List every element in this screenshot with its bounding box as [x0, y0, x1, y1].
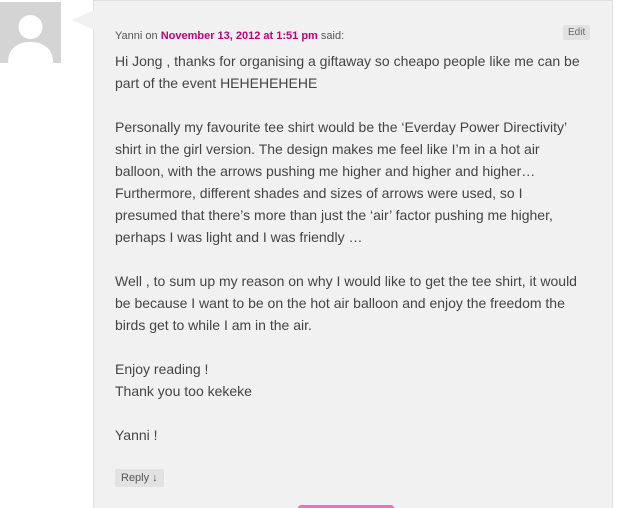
comment-author: Yanni	[115, 30, 143, 42]
comment-meta: Yanni on November 13, 2012 at 1:51 pm sa…	[115, 30, 344, 42]
comment-said-text: said:	[317, 30, 345, 42]
comment-paragraph: Yanni !	[115, 427, 158, 443]
comment-paragraph: Hi Jong , thanks for organising a giftaw…	[115, 53, 580, 91]
comment-bubble-arrow	[72, 10, 94, 30]
comment-body: Hi Jong , thanks for organising a giftaw…	[115, 50, 595, 468]
comment-paragraph: Personally my favourite tee shirt would …	[115, 119, 568, 245]
comment-paragraph: Well , to sum up my reason on why I woul…	[115, 273, 577, 333]
comment-page: Yanni on November 13, 2012 at 1:51 pm sa…	[0, 0, 617, 508]
comment-date-link[interactable]: November 13, 2012 at 1:51 pm	[161, 30, 318, 42]
avatar	[0, 2, 61, 63]
reply-button[interactable]: Reply ↓	[115, 469, 164, 487]
edit-button[interactable]: Edit	[563, 25, 591, 40]
comment-on-text: on	[142, 30, 161, 42]
comment-paragraph: Enjoy reading ! Thank you too kekeke	[115, 361, 252, 399]
default-user-avatar-icon	[0, 2, 61, 63]
